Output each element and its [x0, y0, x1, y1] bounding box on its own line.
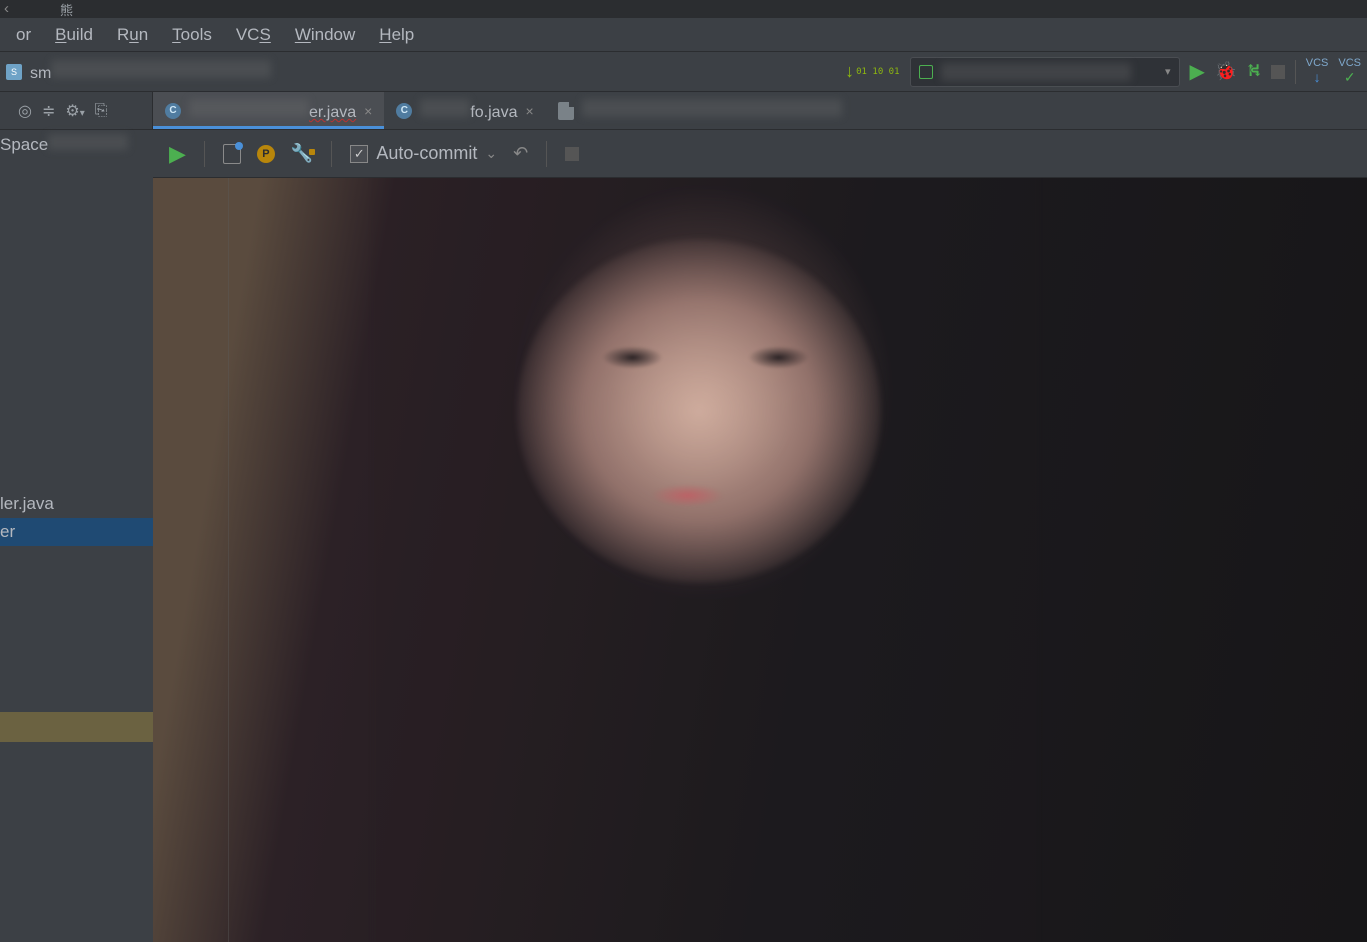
background-image-face	[517, 239, 881, 583]
sidebar-highlight-bar	[0, 712, 153, 742]
main-menu-bar: or Build Run Tools VCS Window Help	[0, 18, 1367, 52]
divider	[331, 141, 332, 167]
run-button[interactable]: ▶	[1190, 59, 1205, 84]
run-config-label	[941, 63, 1131, 81]
download-icon[interactable]: ↓01 10 01	[845, 61, 899, 82]
settings-gear-icon[interactable]: ⚙▾	[65, 101, 84, 121]
menu-refactor-partial[interactable]: or	[4, 21, 43, 49]
divider	[546, 141, 547, 167]
background-detail	[602, 346, 663, 369]
background-detail	[748, 346, 809, 369]
menu-run[interactable]: Run	[105, 21, 160, 49]
toolbar-run-area: ↓01 10 01 ▾ ▶ 🐞 ⛕ VCS↓ VCS✓	[845, 57, 1361, 87]
back-chevron-icon[interactable]: ‹	[4, 0, 9, 17]
dropdown-arrow-icon: ▾	[1165, 65, 1171, 78]
vcs-commit-button[interactable]: VCS✓	[1338, 58, 1361, 86]
editor-area: ▶ P 🔧 ✓ Auto-commit ⌄ ↶	[153, 130, 1367, 942]
main-layout: Space ler.java er ▶ P 🔧 ✓ Auto-commit ⌄ …	[0, 130, 1367, 942]
java-class-icon: C	[165, 103, 181, 119]
run-with-coverage-button[interactable]: ⛕	[1247, 60, 1260, 84]
file-icon	[558, 102, 574, 120]
collapse-icon[interactable]: ≑	[42, 101, 55, 121]
chevron-down-icon: ⌄	[485, 145, 497, 162]
close-tab-icon[interactable]: ×	[525, 103, 533, 119]
background-detail	[651, 484, 724, 507]
tab-label: fo.java	[420, 99, 517, 122]
breadcrumb[interactable]: S sm	[6, 60, 271, 83]
menu-tools[interactable]: Tools	[160, 21, 224, 49]
editor-tabs: C er.java × C fo.java ×	[153, 92, 1367, 129]
breadcrumb-text: sm	[30, 60, 271, 83]
menu-help[interactable]: Help	[367, 21, 426, 49]
run-configuration-selector[interactable]: ▾	[910, 57, 1180, 87]
project-file-item-selected[interactable]: er	[0, 518, 153, 546]
auto-commit-checkbox[interactable]: ✓ Auto-commit ⌄	[350, 143, 497, 164]
sql-file-icon: S	[6, 64, 22, 80]
navigation-bar: S sm ↓01 10 01 ▾ ▶ 🐞 ⛕ VCS↓ VCS✓	[0, 52, 1367, 92]
new-console-icon[interactable]	[223, 144, 241, 164]
editor-tab-3[interactable]	[546, 92, 866, 129]
auto-commit-label: Auto-commit	[376, 143, 477, 164]
toolbar-tabs-row: ◎ ≑ ⚙▾ ⎘ C er.java × C fo.java ×	[0, 92, 1367, 130]
project-file-list: ler.java er	[0, 490, 153, 546]
editor-content-background[interactable]	[153, 178, 1367, 942]
window-title-bar: ‹ 熊	[0, 0, 1367, 18]
divider	[204, 141, 205, 167]
menu-window[interactable]: Window	[283, 21, 367, 49]
close-tab-icon[interactable]: ×	[364, 103, 372, 119]
execute-button[interactable]: ▶	[169, 141, 186, 167]
project-file-item[interactable]: ler.java	[0, 490, 153, 518]
vcs-update-button[interactable]: VCS↓	[1306, 58, 1329, 85]
hide-panel-icon[interactable]: ⎘	[95, 102, 108, 120]
sidebar-space-label: Space	[0, 130, 153, 159]
tab-label: er.java	[189, 99, 356, 122]
rollback-icon[interactable]: ↶	[513, 143, 528, 164]
editor-tab-1[interactable]: C er.java ×	[153, 92, 384, 129]
checkbox-checked-icon: ✓	[350, 145, 368, 163]
menu-vcs[interactable]: VCS	[224, 21, 283, 49]
target-icon[interactable]: ◎	[18, 101, 32, 121]
stop-execution-icon[interactable]	[565, 147, 579, 161]
stop-button[interactable]	[1271, 65, 1285, 79]
window-title-text: 熊	[60, 0, 73, 19]
menu-build[interactable]: Build	[43, 21, 105, 49]
java-class-icon: C	[396, 103, 412, 119]
database-console-toolbar: ▶ P 🔧 ✓ Auto-commit ⌄ ↶	[153, 130, 1367, 178]
editor-tab-2[interactable]: C fo.java ×	[384, 92, 545, 129]
divider	[1295, 60, 1296, 84]
project-toolbar: ◎ ≑ ⚙▾ ⎘	[0, 92, 153, 129]
p-icon[interactable]: P	[257, 145, 275, 163]
tab-label	[582, 99, 842, 122]
wrench-settings-icon[interactable]: 🔧	[291, 143, 313, 164]
debug-button[interactable]: 🐞	[1215, 61, 1237, 82]
run-config-mini-icon	[919, 65, 933, 79]
project-sidebar: Space ler.java er	[0, 130, 153, 942]
